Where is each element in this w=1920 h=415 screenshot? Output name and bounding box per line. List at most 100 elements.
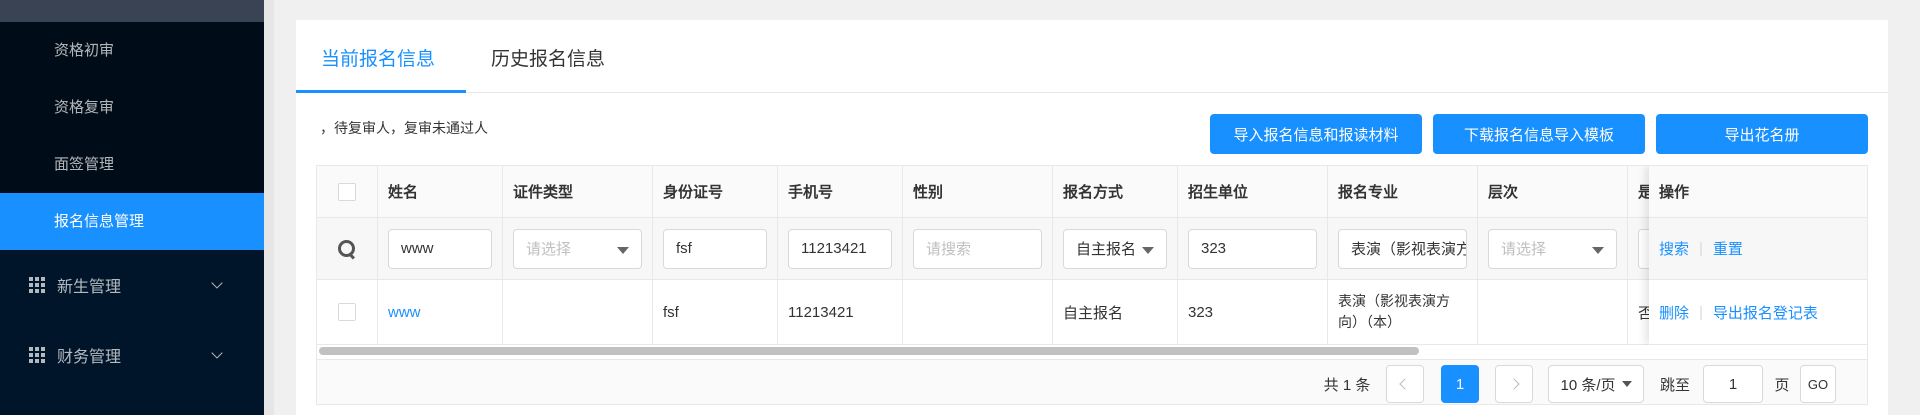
row-actions: 删除 | 导出报名登记表 (1649, 280, 1867, 345)
grid-icon (29, 347, 45, 363)
header-select-all[interactable] (317, 166, 378, 217)
header-id-no: 身份证号 (653, 166, 778, 217)
id-type-select[interactable]: 请选择 (513, 228, 642, 269)
chevron-down-icon (211, 347, 223, 359)
horizontal-scrollbar[interactable] (317, 345, 1867, 357)
divider (264, 0, 274, 415)
header-name: 姓名 (378, 166, 503, 217)
caret-down-icon (1621, 381, 1632, 387)
sidebar-group-new-students[interactable]: 新生管理 (0, 250, 264, 320)
filter-cell-reg-method: 自主报名 (1053, 218, 1178, 279)
header-id-type: 证件类型 (503, 166, 653, 217)
caret-down-icon (1592, 246, 1604, 254)
reset-button[interactable]: 重置 (1713, 238, 1743, 259)
id-type-placeholder: 请选择 (526, 241, 572, 258)
page-size-value: 10 条/页 (1560, 376, 1616, 394)
page-button-current[interactable]: 1 (1441, 365, 1479, 403)
next-page-button[interactable] (1495, 365, 1533, 403)
sidebar-top-bar (0, 0, 264, 22)
sidebar-group-finance[interactable]: 财务管理 (0, 320, 264, 390)
sidebar-item-interview-sign[interactable]: 面签管理 (0, 136, 264, 193)
download-template-button[interactable]: 下载报名信息导入模板 (1433, 114, 1645, 154)
filter-cell-gender: 请搜索 (903, 218, 1053, 279)
chevron-left-icon (1399, 378, 1411, 390)
cell-gender (903, 280, 1053, 344)
jump-page-input[interactable]: 1 (1703, 365, 1763, 403)
tab-bar: 当前报名信息 历史报名信息 (296, 20, 1888, 93)
grid-icon (29, 277, 45, 293)
cell-reg-method: 自主报名 (1053, 280, 1178, 344)
chevron-down-icon (211, 277, 223, 289)
page-unit-label: 页 (1774, 376, 1790, 394)
major-line-1: 表演（影视表演方 (1338, 293, 1450, 309)
table-filter-row: www 请选择 fsf 11213421 请搜索 自主报名 323 表演（影视表… (317, 218, 1867, 280)
pagination: 共 1 条 1 10 条/页 跳至 1 页 GO (317, 359, 1867, 404)
filter-cell-phone: 11213421 (778, 218, 903, 279)
filter-icon-cell (317, 218, 378, 279)
row-select-cell (317, 280, 378, 344)
unit-filter-input[interactable]: 323 (1188, 228, 1317, 269)
cell-unit: 323 (1178, 280, 1328, 344)
filter-cell-major: 表演（影视表演方向）（本） (1328, 218, 1478, 279)
filter-cell-name: www (378, 218, 503, 279)
filter-cell-id-no: fsf (653, 218, 778, 279)
import-button[interactable]: 导入报名信息和报读材料 (1210, 114, 1422, 154)
phone-filter-input[interactable]: 11213421 (788, 228, 892, 269)
tab-current-registration[interactable]: 当前报名信息 (321, 44, 435, 71)
content-card: 当前报名信息 历史报名信息 ，待复审人，复审未通过人 导入报名信息和报读材料 下… (296, 20, 1888, 415)
table-row: www fsf 11213421 自主报名 323 表演（影视表演方 向）（本）… (317, 280, 1867, 345)
registration-table: 姓名 证件类型 身份证号 手机号 性别 报名方式 招生单位 报名专业 层次 是 … (316, 165, 1868, 405)
header-actions: 操作 (1649, 166, 1867, 218)
export-roster-button[interactable]: 导出花名册 (1656, 114, 1868, 154)
name-link[interactable]: www (388, 304, 421, 321)
row-checkbox[interactable] (338, 303, 356, 321)
major-filter-input[interactable]: 表演（影视表演方向）（本） (1338, 228, 1467, 269)
filter-actions: 搜索 | 重置 (1649, 218, 1867, 280)
cell-id-no: fsf (653, 280, 778, 344)
sidebar-item-preliminary-review[interactable]: 资格初审 (0, 22, 264, 79)
sidebar-group-label: 新生管理 (57, 279, 122, 296)
gender-filter-input[interactable]: 请搜索 (913, 228, 1042, 269)
table-header-row: 姓名 证件类型 身份证号 手机号 性别 报名方式 招生单位 报名专业 层次 是 (317, 166, 1867, 218)
delete-button[interactable]: 删除 (1659, 302, 1689, 323)
cell-major: 表演（影视表演方 向）（本） (1328, 280, 1478, 344)
chevron-right-icon (1508, 378, 1520, 390)
sidebar: 资格初审 资格复审 面签管理 报名信息管理 新生管理 财务管理 (0, 0, 264, 415)
sidebar-group-label: 财务管理 (57, 349, 122, 366)
cell-level (1478, 280, 1628, 344)
select-all-checkbox[interactable] (338, 182, 356, 201)
id-no-filter-input[interactable]: fsf (663, 228, 767, 269)
tab-history-registration[interactable]: 历史报名信息 (491, 44, 605, 71)
prev-page-button[interactable] (1386, 365, 1424, 403)
page-size-select[interactable]: 10 条/页 (1548, 365, 1644, 403)
caret-down-icon (617, 246, 629, 254)
header-gender: 性别 (903, 166, 1053, 217)
cell-name: www (378, 280, 503, 344)
search-button[interactable]: 搜索 (1659, 238, 1689, 259)
search-icon (338, 239, 356, 258)
level-select[interactable]: 请选择 (1488, 228, 1617, 269)
scrollbar-thumb[interactable] (319, 347, 1419, 355)
filter-cell-id-type: 请选择 (503, 218, 653, 279)
jump-label: 跳至 (1659, 376, 1690, 394)
header-phone: 手机号 (778, 166, 903, 217)
cell-phone: 11213421 (778, 280, 903, 344)
actions-column: 操作 搜索 | 重置 删除 | 导出报名登记表 (1649, 166, 1867, 345)
header-unit: 招生单位 (1178, 166, 1328, 217)
tab-active-indicator (296, 90, 466, 93)
level-placeholder: 请选择 (1501, 241, 1547, 258)
total-count: 共 1 条 (1323, 376, 1371, 394)
header-level: 层次 (1478, 166, 1628, 217)
filter-cell-unit: 323 (1178, 218, 1328, 279)
header-major: 报名专业 (1328, 166, 1478, 217)
export-form-button[interactable]: 导出报名登记表 (1713, 302, 1818, 323)
sidebar-item-re-review[interactable]: 资格复审 (0, 79, 264, 136)
reg-method-select[interactable]: 自主报名 (1063, 228, 1167, 269)
header-reg-method: 报名方式 (1053, 166, 1178, 217)
action-separator: | (1699, 303, 1703, 321)
name-filter-input[interactable]: www (388, 228, 492, 269)
major-line-2: 向）（本） (1338, 314, 1401, 330)
caret-down-icon (1142, 246, 1154, 254)
go-button[interactable]: GO (1800, 365, 1836, 403)
sidebar-item-registration-info[interactable]: 报名信息管理 (0, 193, 264, 250)
